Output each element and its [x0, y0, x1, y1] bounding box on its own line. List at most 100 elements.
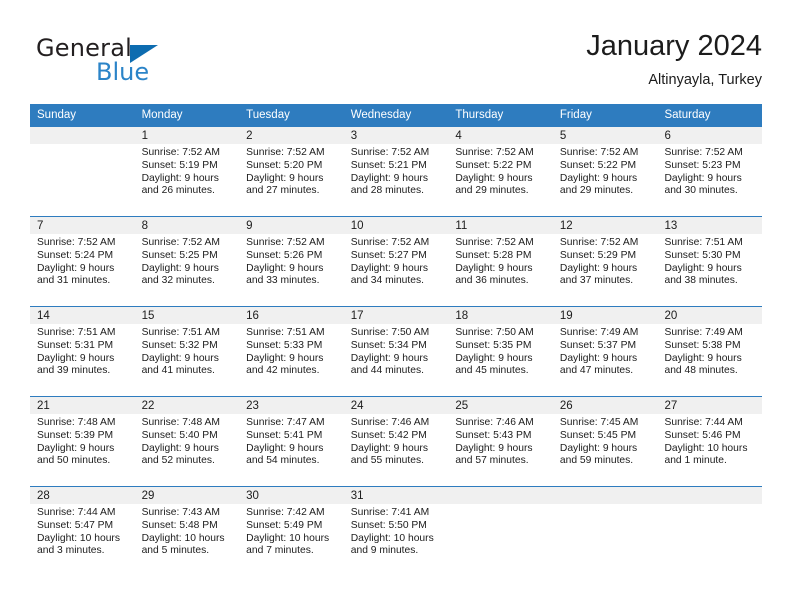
daylight-text: Daylight: 10 hours and 5 minutes. — [141, 532, 225, 557]
day-cell[interactable]: 12 Sunrise: 7:52 AM Sunset: 5:29 PM Dayl… — [552, 217, 658, 306]
day-cell[interactable] — [657, 487, 763, 576]
day-cell[interactable]: 3 Sunrise: 7:52 AM Sunset: 5:21 PM Dayli… — [343, 127, 449, 216]
sunset-text: Sunset: 5:31 PM — [37, 339, 114, 351]
day-cell[interactable]: 5 Sunrise: 7:52 AM Sunset: 5:22 PM Dayli… — [552, 127, 658, 216]
day-cell[interactable]: 26 Sunrise: 7:45 AM Sunset: 5:45 PM Dayl… — [552, 397, 658, 486]
day-cell[interactable]: 8 Sunrise: 7:52 AM Sunset: 5:25 PM Dayli… — [134, 217, 240, 306]
day-cell[interactable]: 16 Sunrise: 7:51 AM Sunset: 5:33 PM Dayl… — [239, 307, 344, 396]
general-blue-logo[interactable]: General Blue — [36, 34, 216, 90]
weekday-header-thursday: Thursday — [455, 109, 504, 121]
daylight-text: Daylight: 9 hours and 29 minutes. — [455, 172, 533, 197]
day-cell[interactable] — [448, 487, 553, 576]
day-cell[interactable]: 20 Sunrise: 7:49 AM Sunset: 5:38 PM Dayl… — [657, 307, 763, 396]
sunrise-text: Sunrise: 7:45 AM — [559, 417, 639, 428]
day-cell[interactable]: 17 Sunrise: 7:50 AM Sunset: 5:34 PM Dayl… — [343, 307, 449, 396]
day-cell[interactable]: 19 Sunrise: 7:49 AM Sunset: 5:37 PM Dayl… — [552, 307, 658, 396]
day-details: Sunrise: 7:52 AM Sunset: 5:23 PM Dayligh… — [657, 144, 762, 198]
day-number: 8 — [134, 217, 240, 234]
daylight-text: Daylight: 9 hours and 57 minutes. — [455, 442, 533, 467]
day-cell[interactable]: 2 Sunrise: 7:52 AM Sunset: 5:20 PM Dayli… — [239, 127, 344, 216]
day-details: Sunrise: 7:50 AM Sunset: 5:35 PM Dayligh… — [448, 324, 553, 378]
day-number: 13 — [657, 217, 763, 234]
day-cell[interactable]: 24 Sunrise: 7:46 AM Sunset: 5:42 PM Dayl… — [343, 397, 449, 486]
day-number: 29 — [134, 487, 240, 504]
sunrise-text: Sunrise: 7:49 AM — [559, 327, 639, 338]
day-number — [552, 487, 658, 504]
daylight-text: Daylight: 9 hours and 44 minutes. — [350, 352, 429, 377]
day-details: Sunrise: 7:51 AM Sunset: 5:30 PM Dayligh… — [657, 234, 762, 288]
day-cell[interactable]: 30 Sunrise: 7:42 AM Sunset: 5:49 PM Dayl… — [239, 487, 344, 576]
day-cell[interactable]: 22 Sunrise: 7:48 AM Sunset: 5:40 PM Dayl… — [134, 397, 240, 486]
sunrise-text: Sunrise: 7:52 AM — [350, 237, 430, 248]
day-details: Sunrise: 7:52 AM Sunset: 5:19 PM Dayligh… — [135, 144, 240, 198]
day-cell[interactable]: 28 Sunrise: 7:44 AM Sunset: 5:47 PM Dayl… — [30, 487, 135, 576]
day-cell[interactable]: 7 Sunrise: 7:52 AM Sunset: 5:24 PM Dayli… — [30, 217, 135, 306]
sunrise-text: Sunrise: 7:52 AM — [37, 237, 116, 248]
sunset-text: Sunset: 5:48 PM — [141, 519, 218, 531]
day-details: Sunrise: 7:52 AM Sunset: 5:29 PM Dayligh… — [553, 234, 658, 288]
day-cell[interactable]: 13 Sunrise: 7:51 AM Sunset: 5:30 PM Dayl… — [657, 217, 763, 306]
sunrise-text: Sunrise: 7:44 AM — [664, 417, 743, 428]
weekday-header-saturday: Saturday — [664, 109, 711, 121]
daylight-text: Daylight: 9 hours and 33 minutes. — [246, 262, 324, 287]
daylight-text: Daylight: 10 hours and 7 minutes. — [246, 532, 330, 557]
day-cell[interactable]: 21 Sunrise: 7:48 AM Sunset: 5:39 PM Dayl… — [30, 397, 135, 486]
day-details: Sunrise: 7:50 AM Sunset: 5:34 PM Dayligh… — [344, 324, 449, 378]
day-cell[interactable]: 31 Sunrise: 7:41 AM Sunset: 5:50 PM Dayl… — [343, 487, 449, 576]
day-details: Sunrise: 7:49 AM Sunset: 5:37 PM Dayligh… — [553, 324, 658, 378]
day-number: 27 — [657, 397, 763, 414]
sunrise-text: Sunrise: 7:52 AM — [141, 237, 220, 248]
week-row: 28 Sunrise: 7:44 AM Sunset: 5:47 PM Dayl… — [30, 486, 763, 576]
weekday-header-monday: Monday — [141, 109, 183, 121]
day-cell[interactable] — [30, 127, 135, 216]
daylight-text: Daylight: 9 hours and 41 minutes. — [141, 352, 219, 377]
daylight-text: Daylight: 9 hours and 55 minutes. — [350, 442, 429, 467]
day-details: Sunrise: 7:52 AM Sunset: 5:22 PM Dayligh… — [448, 144, 553, 198]
day-cell[interactable] — [552, 487, 658, 576]
day-cell[interactable]: 29 Sunrise: 7:43 AM Sunset: 5:48 PM Dayl… — [134, 487, 240, 576]
sunrise-text: Sunrise: 7:52 AM — [559, 237, 639, 248]
day-number: 17 — [343, 307, 449, 324]
sunset-text: Sunset: 5:41 PM — [246, 429, 323, 441]
sunrise-text: Sunrise: 7:48 AM — [141, 417, 220, 428]
day-cell[interactable]: 6 Sunrise: 7:52 AM Sunset: 5:23 PM Dayli… — [657, 127, 763, 216]
sunrise-text: Sunrise: 7:51 AM — [141, 327, 220, 338]
day-number: 19 — [552, 307, 658, 324]
week-row: 14 Sunrise: 7:51 AM Sunset: 5:31 PM Dayl… — [30, 306, 763, 396]
day-number — [448, 487, 553, 504]
sunset-text: Sunset: 5:43 PM — [455, 429, 532, 441]
day-cell[interactable]: 1 Sunrise: 7:52 AM Sunset: 5:19 PM Dayli… — [134, 127, 240, 216]
day-number: 31 — [343, 487, 449, 504]
sunset-text: Sunset: 5:21 PM — [350, 159, 427, 171]
day-number: 20 — [657, 307, 763, 324]
sunset-text: Sunset: 5:37 PM — [559, 339, 637, 351]
daylight-text: Daylight: 9 hours and 45 minutes. — [455, 352, 533, 377]
day-cell[interactable]: 15 Sunrise: 7:51 AM Sunset: 5:32 PM Dayl… — [134, 307, 240, 396]
day-cell[interactable]: 11 Sunrise: 7:52 AM Sunset: 5:28 PM Dayl… — [448, 217, 553, 306]
day-cell[interactable]: 25 Sunrise: 7:46 AM Sunset: 5:43 PM Dayl… — [448, 397, 553, 486]
sunrise-text: Sunrise: 7:51 AM — [37, 327, 116, 338]
day-cell[interactable]: 14 Sunrise: 7:51 AM Sunset: 5:31 PM Dayl… — [30, 307, 135, 396]
weekday-header-tuesday: Tuesday — [246, 109, 290, 121]
day-number: 28 — [30, 487, 135, 504]
sunrise-text: Sunrise: 7:50 AM — [350, 327, 430, 338]
daylight-text: Daylight: 10 hours and 3 minutes. — [37, 532, 120, 557]
day-number: 16 — [239, 307, 344, 324]
day-number: 14 — [30, 307, 135, 324]
day-details: Sunrise: 7:48 AM Sunset: 5:39 PM Dayligh… — [30, 414, 135, 468]
day-cell[interactable]: 4 Sunrise: 7:52 AM Sunset: 5:22 PM Dayli… — [448, 127, 553, 216]
day-cell[interactable]: 9 Sunrise: 7:52 AM Sunset: 5:26 PM Dayli… — [239, 217, 344, 306]
day-details: Sunrise: 7:52 AM Sunset: 5:20 PM Dayligh… — [239, 144, 344, 198]
day-details: Sunrise: 7:52 AM Sunset: 5:24 PM Dayligh… — [30, 234, 135, 288]
day-details: Sunrise: 7:48 AM Sunset: 5:40 PM Dayligh… — [135, 414, 240, 468]
day-cell[interactable]: 18 Sunrise: 7:50 AM Sunset: 5:35 PM Dayl… — [448, 307, 553, 396]
day-cell[interactable]: 10 Sunrise: 7:52 AM Sunset: 5:27 PM Dayl… — [343, 217, 449, 306]
sunset-text: Sunset: 5:38 PM — [664, 339, 741, 351]
daylight-text: Daylight: 9 hours and 59 minutes. — [559, 442, 638, 467]
day-cell[interactable]: 23 Sunrise: 7:47 AM Sunset: 5:41 PM Dayl… — [239, 397, 344, 486]
daylight-text: Daylight: 9 hours and 29 minutes. — [559, 172, 638, 197]
daylight-text: Daylight: 9 hours and 37 minutes. — [559, 262, 638, 287]
sunrise-text: Sunrise: 7:52 AM — [246, 237, 325, 248]
day-details: Sunrise: 7:47 AM Sunset: 5:41 PM Dayligh… — [239, 414, 344, 468]
day-cell[interactable]: 27 Sunrise: 7:44 AM Sunset: 5:46 PM Dayl… — [657, 397, 763, 486]
